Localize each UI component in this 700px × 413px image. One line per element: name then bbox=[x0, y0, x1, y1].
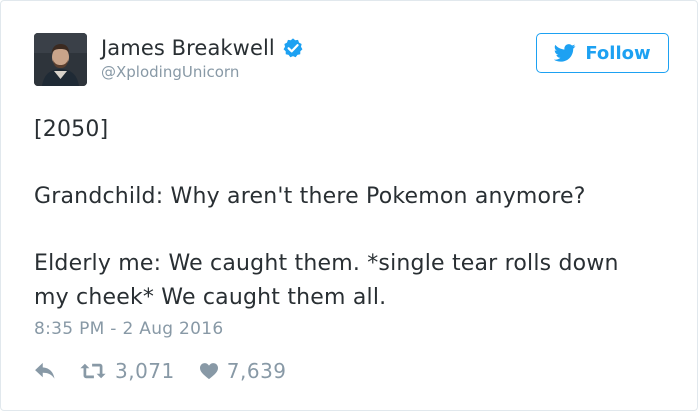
reply-button[interactable] bbox=[34, 362, 58, 380]
tweet-timestamp[interactable]: 8:35 PM - 2 Aug 2016 bbox=[34, 319, 224, 339]
tweet-line: [2050] bbox=[34, 117, 109, 142]
retweet-icon bbox=[79, 362, 107, 380]
heart-icon bbox=[199, 362, 219, 380]
tweet-card: James Breakwell @XplodingUnicorn Follow … bbox=[0, 0, 698, 411]
retweet-button[interactable]: 3,071 bbox=[79, 359, 175, 383]
reply-icon bbox=[34, 362, 56, 380]
follow-button[interactable]: Follow bbox=[536, 33, 669, 73]
retweet-count: 3,071 bbox=[115, 359, 175, 383]
like-count: 7,639 bbox=[226, 359, 287, 383]
twitter-bird-icon bbox=[554, 44, 576, 62]
tweet-text: [2050] Grandchild: Why aren't there Poke… bbox=[34, 113, 674, 315]
tweet-line: my cheek* We caught them all. bbox=[34, 285, 387, 310]
tweet-line: Elderly me: We caught them. *single tear… bbox=[34, 251, 619, 276]
avatar[interactable] bbox=[34, 33, 87, 86]
like-button[interactable]: 7,639 bbox=[199, 359, 287, 383]
tweet-actions: 3,071 7,639 bbox=[34, 356, 287, 386]
user-handle[interactable]: @XplodingUnicorn bbox=[101, 63, 239, 81]
display-name[interactable]: James Breakwell bbox=[101, 36, 275, 60]
verified-badge-icon bbox=[282, 37, 304, 59]
follow-button-label: Follow bbox=[585, 42, 651, 64]
tweet-line: Grandchild: Why aren't there Pokemon any… bbox=[34, 184, 586, 209]
user-photo-icon bbox=[34, 33, 87, 86]
author-name-row: James Breakwell bbox=[101, 34, 304, 62]
